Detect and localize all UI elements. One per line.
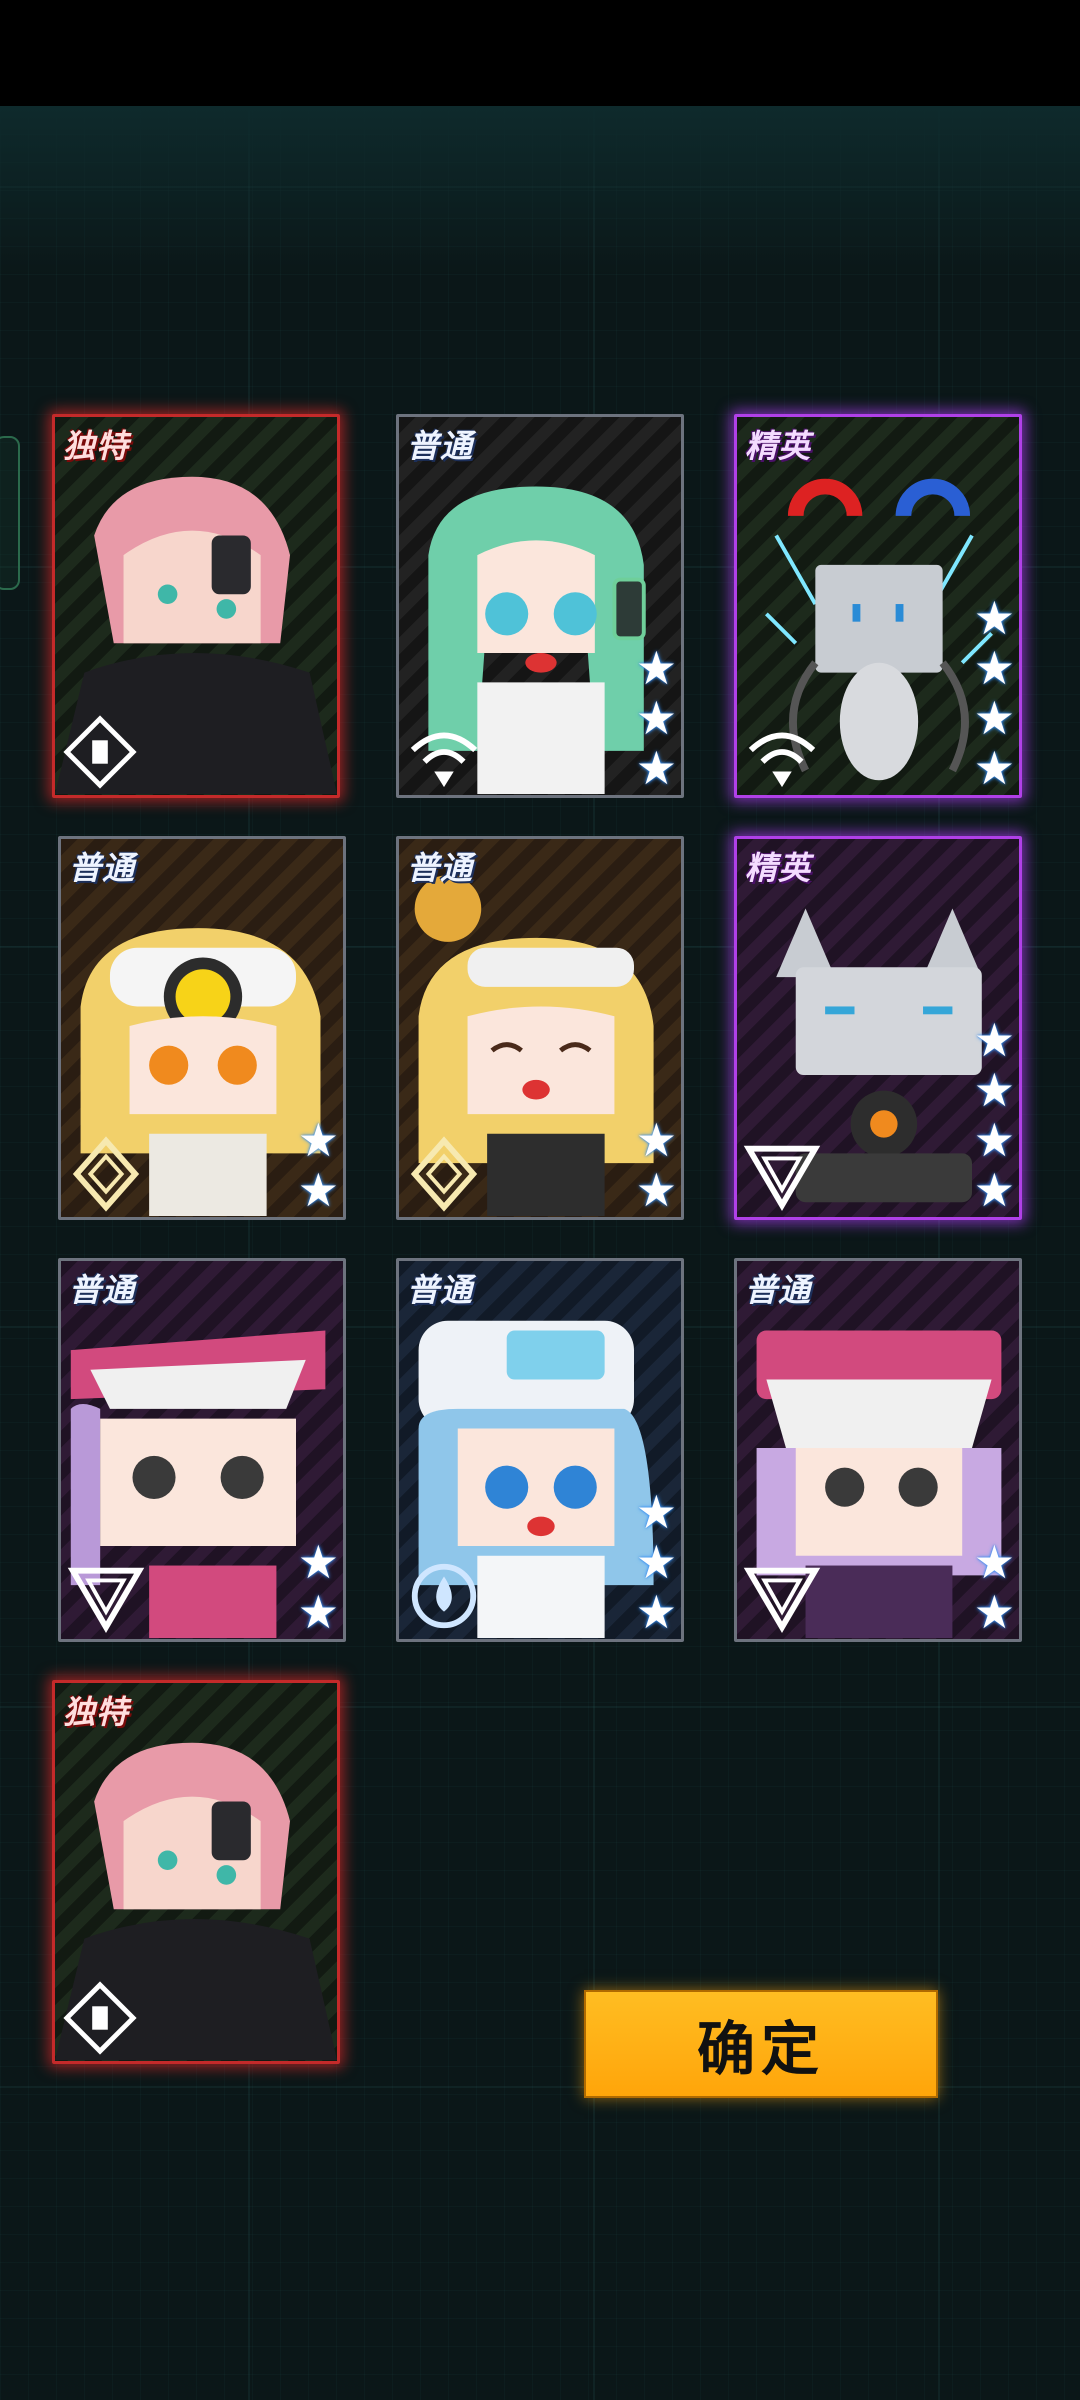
diamond-cross-icon bbox=[63, 1981, 137, 2055]
star-icon: ★ bbox=[973, 592, 1015, 644]
star-icon: ★ bbox=[635, 1114, 677, 1166]
diamond-icon bbox=[410, 1136, 478, 1212]
confirm-button[interactable]: 确定 bbox=[584, 1990, 938, 2098]
star-icon: ★ bbox=[973, 692, 1015, 744]
character-card-7[interactable]: 普通 ★ ★ bbox=[58, 1258, 346, 1642]
star-icon: ★ bbox=[635, 1486, 677, 1538]
diamond-icon bbox=[72, 1136, 140, 1212]
rarity-label: 独特 bbox=[63, 428, 130, 464]
star-icon: ★ bbox=[973, 642, 1015, 694]
star-rating: ★ ★ ★ bbox=[636, 1487, 677, 1637]
star-icon: ★ bbox=[973, 1064, 1015, 1116]
star-rating: ★ ★ bbox=[974, 1537, 1015, 1637]
rarity-label: 独特 bbox=[63, 1694, 130, 1730]
star-icon: ★ bbox=[635, 742, 677, 794]
star-rating: ★ ★ bbox=[298, 1537, 339, 1637]
rarity-label: 普通 bbox=[407, 850, 474, 886]
character-card-8[interactable]: 普通 ★ ★ ★ bbox=[396, 1258, 684, 1642]
triangle-icon bbox=[743, 1567, 821, 1633]
star-icon: ★ bbox=[973, 742, 1015, 794]
star-icon: ★ bbox=[973, 1536, 1015, 1588]
character-card-4[interactable]: 普通 ★ ★ bbox=[58, 836, 346, 1220]
wifi-icon bbox=[748, 732, 816, 788]
star-icon: ★ bbox=[297, 1164, 339, 1216]
circle-drop-icon bbox=[411, 1563, 477, 1629]
star-icon: ★ bbox=[635, 692, 677, 744]
star-icon: ★ bbox=[297, 1114, 339, 1166]
rarity-label: 普通 bbox=[69, 1272, 136, 1308]
character-card-3[interactable]: 精英 ★ ★ ★ ★ bbox=[734, 414, 1022, 798]
rarity-label: 普通 bbox=[407, 1272, 474, 1308]
star-rating: ★ ★ ★ ★ bbox=[974, 1015, 1015, 1215]
rarity-label: 普通 bbox=[407, 428, 474, 464]
star-rating: ★ ★ ★ bbox=[636, 643, 677, 793]
star-icon: ★ bbox=[973, 1164, 1015, 1216]
character-card-2[interactable]: 普通 ★ ★ ★ bbox=[396, 414, 684, 798]
side-tab[interactable] bbox=[0, 436, 20, 590]
star-rating: ★ ★ ★ ★ bbox=[974, 593, 1015, 793]
star-icon: ★ bbox=[297, 1536, 339, 1588]
wifi-icon bbox=[410, 732, 478, 788]
character-card-1[interactable]: 独特 bbox=[52, 414, 340, 798]
star-icon: ★ bbox=[635, 1586, 677, 1638]
rarity-label: 普通 bbox=[69, 850, 136, 886]
character-card-10[interactable]: 独特 bbox=[52, 1680, 340, 2064]
triangle-icon bbox=[743, 1145, 821, 1211]
diamond-cross-icon bbox=[63, 715, 137, 789]
triangle-icon bbox=[67, 1567, 145, 1633]
star-icon: ★ bbox=[973, 1586, 1015, 1638]
star-icon: ★ bbox=[635, 1536, 677, 1588]
status-bar bbox=[0, 0, 1080, 106]
character-card-6[interactable]: 精英 ★ ★ ★ ★ bbox=[734, 836, 1022, 1220]
star-icon: ★ bbox=[297, 1586, 339, 1638]
star-icon: ★ bbox=[973, 1114, 1015, 1166]
star-icon: ★ bbox=[635, 642, 677, 694]
star-icon: ★ bbox=[973, 1014, 1015, 1066]
character-card-5[interactable]: 普通 ★ ★ bbox=[396, 836, 684, 1220]
rarity-label: 精英 bbox=[745, 850, 812, 886]
character-card-9[interactable]: 普通 ★ ★ bbox=[734, 1258, 1022, 1642]
rarity-label: 普通 bbox=[745, 1272, 812, 1308]
star-rating: ★ ★ bbox=[636, 1115, 677, 1215]
star-icon: ★ bbox=[635, 1164, 677, 1216]
star-rating: ★ ★ bbox=[298, 1115, 339, 1215]
rarity-label: 精英 bbox=[745, 428, 812, 464]
